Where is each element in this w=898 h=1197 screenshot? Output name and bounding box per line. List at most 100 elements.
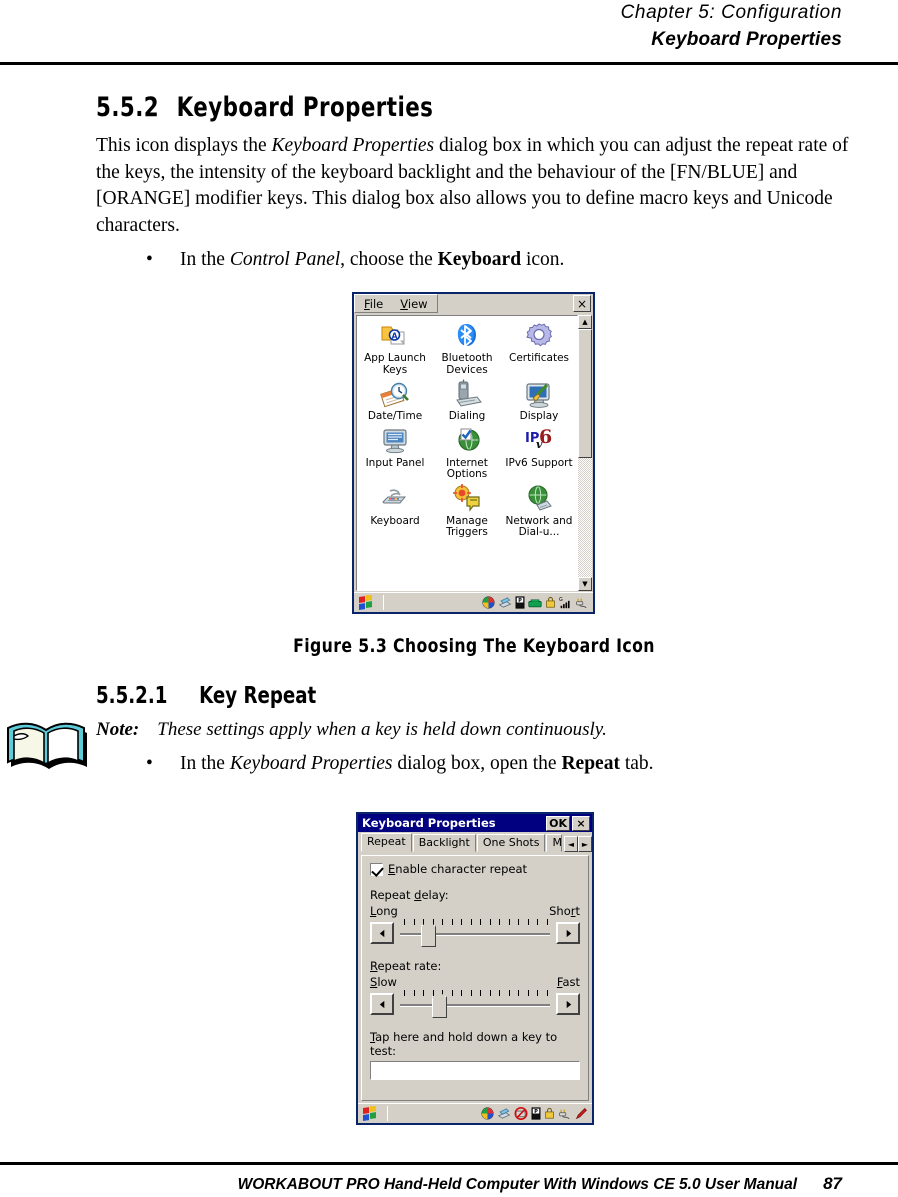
cp-icon-input-panel[interactable]: Input Panel	[359, 425, 431, 481]
globe-network-icon	[523, 483, 555, 515]
repeat-rate-slider-row[interactable]	[370, 990, 580, 1018]
no-connection-icon[interactable]	[514, 1107, 528, 1120]
tab-scroll-right-icon[interactable]: ►	[578, 836, 592, 852]
cp-icon-internet-options[interactable]: Internet Options	[431, 425, 503, 481]
cp-icon-label: Certificates	[508, 352, 569, 364]
start-button[interactable]	[356, 594, 378, 611]
lock-icon[interactable]	[544, 1107, 555, 1120]
running-head-chapter: Chapter 5: Configuration	[620, 2, 842, 23]
repeat-delay-increase-button[interactable]	[556, 922, 580, 944]
page-number: 87	[823, 1174, 842, 1193]
tab-repeat[interactable]: Repeat	[361, 833, 412, 852]
activesync-icon[interactable]	[497, 1107, 511, 1120]
bullet-list-control-panel: In the Control Panel, choose the Keyboar…	[96, 247, 852, 273]
cp-icon-label: Internet Options	[446, 456, 488, 480]
footer-rule	[0, 1162, 898, 1165]
cp-icon-display[interactable]: Display	[503, 378, 575, 423]
repeat-tab-panel: Enable character repeat Repeat delay: Lo…	[361, 855, 589, 1101]
cp-icon-date-time[interactable]: Date/Time	[359, 378, 431, 423]
content-column: 5.5.2 Keyboard Properties This icon displ…	[96, 78, 852, 273]
power-plug-icon[interactable]	[575, 596, 589, 609]
list-item: In the Keyboard Properties dialog box, o…	[96, 751, 852, 777]
enable-character-repeat-row[interactable]: Enable character repeat	[370, 862, 580, 876]
note-book-icon	[7, 722, 87, 769]
repeat-rate-right-label: Fast	[556, 975, 580, 989]
lock-icon[interactable]	[545, 596, 556, 609]
cp-icon-network-dialup[interactable]: Network and Dial-u...	[503, 483, 575, 539]
repeat-delay-decrease-button[interactable]	[370, 922, 394, 944]
tab-one-shots[interactable]: One Shots	[476, 834, 546, 852]
gear-icon	[523, 320, 555, 352]
test-input[interactable]	[370, 1061, 580, 1080]
repeat-delay-slider-row[interactable]	[370, 919, 580, 947]
enable-repeat-label: Enable character repeat	[388, 862, 528, 876]
control-panel-window[interactable]: File View × A App Launch Keys Bluetooth …	[352, 292, 595, 885]
cp-icon-label: Network and Dial-u...	[505, 514, 573, 538]
tab-macros[interactable]: Ma	[546, 834, 562, 852]
tab-backlight[interactable]: Backlight	[412, 834, 476, 852]
battery-icon[interactable]: P	[515, 596, 525, 609]
repeat-rate-thumb[interactable]	[431, 996, 447, 1018]
vertical-scrollbar[interactable]: ▲ ▼	[578, 315, 592, 591]
close-icon[interactable]: ×	[572, 815, 590, 831]
menu-item-file[interactable]: File	[364, 297, 383, 311]
control-panel-menubar: File View ×	[354, 294, 593, 313]
repeat-delay-track[interactable]	[400, 919, 550, 947]
repeat-rate-increase-button[interactable]	[556, 993, 580, 1015]
note-label: Note:	[96, 719, 140, 740]
system-tray: P G	[482, 596, 591, 609]
scrollbar-thumb[interactable]	[578, 329, 592, 458]
cp-icon-label: Date/Time	[367, 410, 423, 422]
cp-icon-ipv6-support[interactable]: IP 6 v IPv6 Support	[503, 425, 575, 481]
phone-icon[interactable]	[528, 597, 542, 609]
menu-items: File View	[354, 294, 438, 313]
power-plug-icon[interactable]	[558, 1107, 572, 1120]
control-panel-taskbar: P G	[354, 592, 593, 612]
start-button[interactable]	[360, 1105, 382, 1122]
cp-icon-bluetooth-devices[interactable]: Bluetooth Devices	[431, 320, 503, 376]
volume-icon[interactable]	[482, 596, 495, 609]
footer-text: WORKABOUT PRO Hand-Held Computer With Wi…	[237, 1176, 798, 1193]
repeat-delay-thumb[interactable]	[421, 925, 436, 947]
section-heading: 5.5.2 Keyboard Properties	[96, 92, 761, 123]
ok-button[interactable]: OK	[546, 815, 570, 831]
repeat-rate-endpoints: Slow Fast	[370, 975, 580, 989]
signal-icon[interactable]: G	[559, 596, 572, 609]
dialog-tabstrip: Repeat Backlight One Shots Ma ◄ ►	[358, 832, 592, 852]
tab-scroll-buttons[interactable]: ◄ ►	[564, 836, 592, 852]
running-head: Chapter 5: Configuration Keyboard Proper…	[621, 2, 842, 51]
repeat-rate-track[interactable]	[400, 990, 550, 1018]
cp-icon-label: Display	[519, 410, 559, 422]
scroll-down-icon[interactable]: ▼	[578, 577, 592, 591]
globe-check-icon	[451, 425, 483, 457]
battery-icon[interactable]: P	[531, 1107, 541, 1120]
dialog-taskbar: P	[358, 1103, 592, 1123]
repeat-rate-decrease-button[interactable]	[370, 993, 394, 1015]
cp-icon-certificates[interactable]: Certificates	[503, 320, 575, 376]
stylus-pen-icon[interactable]	[575, 1107, 588, 1120]
menu-item-view[interactable]: View	[400, 297, 427, 311]
enable-repeat-checkbox[interactable]	[370, 862, 383, 876]
cp-icon-dialing[interactable]: Dialing	[431, 378, 503, 423]
repeat-delay-left-label: Long	[370, 904, 398, 918]
note-block: Note: These settings apply when a key is …	[96, 717, 852, 743]
cp-icon-keyboard[interactable]: Keyboard	[359, 483, 431, 539]
cp-icon-manage-triggers[interactable]: Manage Triggers	[431, 483, 503, 539]
bullet-text-e: icon.	[521, 249, 565, 270]
tab-scroll-left-icon[interactable]: ◄	[564, 836, 578, 852]
repeat-rate-ticks	[404, 990, 548, 996]
volume-icon[interactable]	[481, 1107, 494, 1120]
keyboard-properties-dialog[interactable]: Keyboard Properties OK × Repeat Backligh…	[356, 812, 594, 1125]
bluetooth-icon	[451, 320, 483, 352]
icon-grid: A App Launch Keys Bluetooth Devices Cert…	[357, 316, 577, 541]
svg-text:P: P	[534, 1109, 538, 1115]
cp-icon-app-launch-keys[interactable]: A App Launch Keys	[359, 320, 431, 376]
cp-icon-label: IPv6 Support	[505, 456, 573, 469]
activesync-icon[interactable]	[498, 596, 512, 609]
page-footer: WORKABOUT PRO Hand-Held Computer With Wi…	[238, 1174, 842, 1194]
running-head-section: Keyboard Properties	[651, 29, 842, 50]
scrollbar-track[interactable]	[578, 329, 592, 577]
close-icon[interactable]: ×	[573, 295, 591, 312]
section-title: Keyboard Properties	[176, 92, 434, 123]
scroll-up-icon[interactable]: ▲	[578, 315, 592, 329]
